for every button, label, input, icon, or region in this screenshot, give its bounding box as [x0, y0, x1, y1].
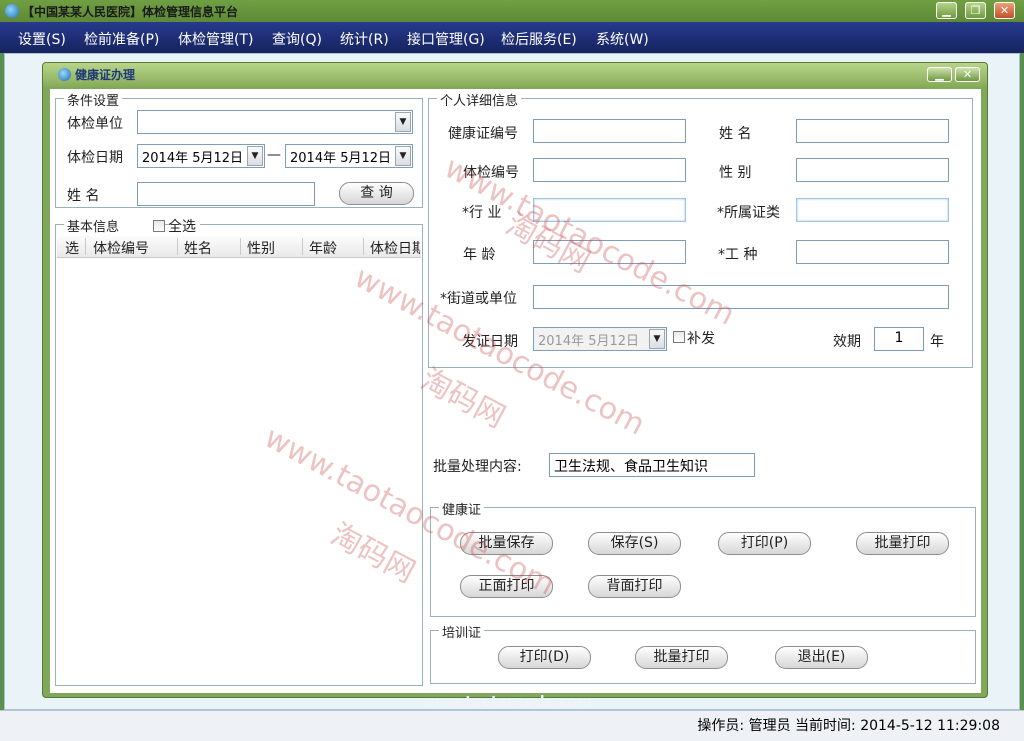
- age-label: 年 龄: [463, 247, 496, 263]
- street-label: *街道或单位: [440, 291, 517, 307]
- app-icon: [5, 4, 19, 18]
- menu-statistics[interactable]: 统计(R): [340, 29, 389, 49]
- table-header: 选 体检编号 姓名 性别 年龄 体检日期: [57, 236, 421, 258]
- exit-button[interactable]: 退出(E): [775, 646, 868, 669]
- chevron-down-icon[interactable]: ▼: [649, 329, 665, 349]
- menu-exam-management[interactable]: 体检管理(T): [178, 29, 253, 49]
- chevron-down-icon[interactable]: ▼: [247, 146, 263, 166]
- training-batch-print-button[interactable]: 批量打印: [635, 646, 728, 669]
- cert-no-label: 健康证编号: [448, 126, 518, 142]
- batch-content-label: 批量处理内容:: [433, 459, 522, 475]
- minimize-button[interactable]: ▁: [936, 2, 957, 19]
- exam-date-to[interactable]: 2014年 5月12日 ▼: [285, 144, 413, 168]
- cert-type-label: *所属证类: [717, 205, 780, 221]
- chevron-down-icon[interactable]: ▼: [395, 112, 411, 132]
- gender-input[interactable]: [796, 158, 949, 182]
- query-button[interactable]: 查 询: [339, 182, 414, 205]
- column-gender[interactable]: 性别: [247, 238, 275, 258]
- batch-print-button[interactable]: 批量打印: [856, 532, 949, 555]
- select-all-label: 全选: [168, 216, 200, 236]
- status-text: 操作员: 管理员 当前时间: 2014-5-12 11:29:08: [697, 718, 1000, 734]
- reissue-checkbox[interactable]: [673, 331, 685, 343]
- issue-date-picker[interactable]: 2014年 5月12日 ▼: [533, 327, 667, 351]
- close-button[interactable]: ✕: [994, 2, 1015, 19]
- restore-button[interactable]: ❐: [965, 2, 986, 19]
- street-input[interactable]: [533, 285, 949, 309]
- validity-unit: 年: [930, 334, 944, 350]
- column-name[interactable]: 姓名: [184, 238, 212, 258]
- dialog-icon: [58, 68, 71, 81]
- dialog-minimize-button[interactable]: ▁: [927, 67, 952, 82]
- menu-pre-exam[interactable]: 检前准备(P): [84, 29, 159, 49]
- dialog-titlebar: 健康证办理 ▁ ✕: [43, 63, 987, 87]
- training-cert-group-label: 培训证: [439, 622, 485, 641]
- column-select[interactable]: 选: [65, 238, 79, 258]
- validity-input[interactable]: 1: [874, 327, 924, 351]
- gender-label: 性 别: [719, 165, 752, 181]
- cert-type-select[interactable]: [796, 198, 949, 222]
- menu-bar: 设置(S) 检前准备(P) 体检管理(T) 查询(Q) 统计(R) 接口管理(G…: [0, 22, 1024, 53]
- exam-unit-select[interactable]: ▼: [137, 110, 413, 134]
- dialog-close-button[interactable]: ✕: [955, 67, 980, 82]
- conditions-group-label: 条件设置: [64, 90, 123, 109]
- work-type-input[interactable]: [796, 240, 949, 264]
- app-title: 【中国某某人民医院】体检管理信息平台: [22, 5, 239, 19]
- training-print-button[interactable]: 打印(D): [498, 646, 591, 669]
- exam-unit-label: 体检单位: [67, 116, 123, 132]
- menu-query[interactable]: 查询(Q): [272, 29, 322, 49]
- chevron-down-icon[interactable]: ▼: [395, 146, 411, 166]
- date-separator: —: [267, 147, 281, 163]
- print-button[interactable]: 打印(P): [718, 532, 811, 555]
- menu-settings[interactable]: 设置(S): [18, 29, 66, 49]
- exam-no-input[interactable]: [533, 158, 686, 182]
- menu-system[interactable]: 系统(W): [596, 29, 649, 49]
- footer-url: www.taotaocode.com: [422, 694, 592, 710]
- batch-content-input[interactable]: 卫生法规、食品卫生知识: [549, 453, 755, 477]
- work-type-label: *工 种: [718, 247, 758, 263]
- app-titlebar: 【中国某某人民医院】体检管理信息平台 ▁ ❐ ✕: [0, 0, 1024, 22]
- reissue-label: 补发: [687, 331, 715, 347]
- person-name-label: 姓 名: [719, 126, 752, 142]
- exam-date-label: 体检日期: [67, 150, 123, 166]
- column-exam-no[interactable]: 体检编号: [93, 238, 149, 258]
- cert-no-input[interactable]: [533, 119, 686, 143]
- select-all-checkbox[interactable]: [153, 220, 165, 232]
- back-print-button[interactable]: 背面打印: [588, 575, 681, 598]
- menu-interface[interactable]: 接口管理(G): [407, 29, 485, 49]
- name-label: 姓 名: [67, 188, 100, 204]
- validity-label: 效期: [833, 334, 861, 350]
- column-exam-date[interactable]: 体检日期: [370, 238, 420, 258]
- basic-info-group-label: 基本信息: [64, 216, 166, 235]
- column-age[interactable]: 年龄: [309, 238, 337, 258]
- person-name-input[interactable]: [796, 119, 949, 143]
- save-button[interactable]: 保存(S): [588, 532, 681, 555]
- dialog-title: 健康证办理: [75, 68, 136, 82]
- menu-after-service[interactable]: 检后服务(E): [501, 29, 577, 49]
- exam-date-from[interactable]: 2014年 5月12日 ▼: [137, 144, 265, 168]
- personal-details-group-label: 个人详细信息: [437, 90, 522, 109]
- status-bar: 操作员: 管理员 当前时间: 2014-5-12 11:29:08: [0, 710, 1024, 741]
- name-input[interactable]: [137, 182, 315, 206]
